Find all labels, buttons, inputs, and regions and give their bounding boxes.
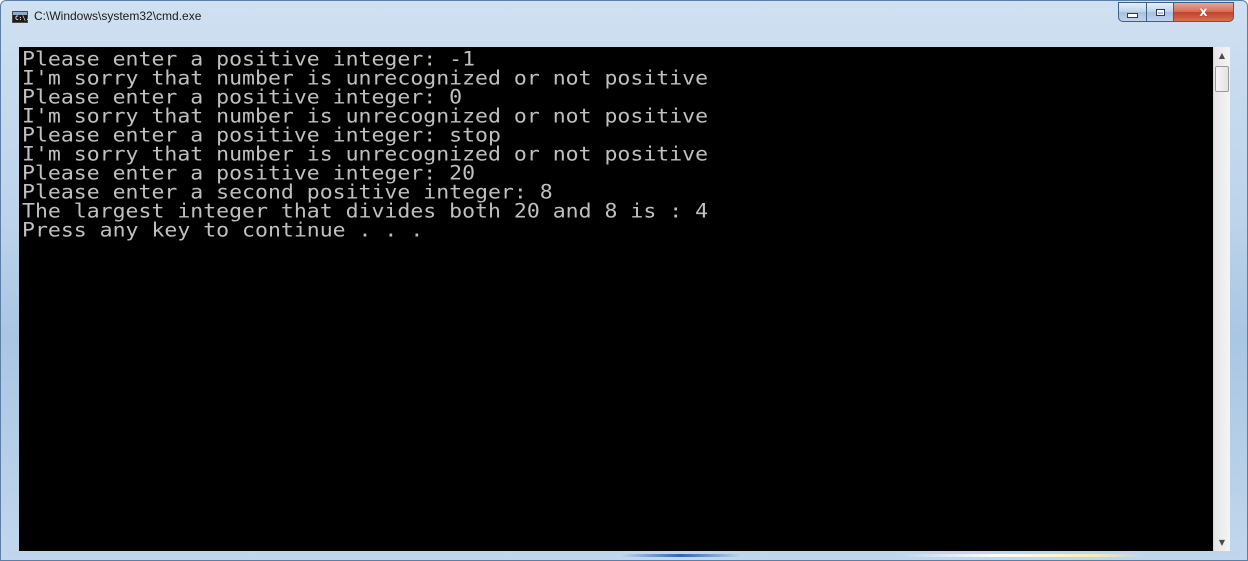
console-line: I'm sorry that number is unrecognized or… [22,105,709,129]
console-lines: Please enter a positive integer: -1 I'm … [22,48,709,243]
minimize-icon [1127,12,1138,18]
console-line: Please enter a positive integer: 0 [22,86,463,110]
console-line: Please enter a positive integer: 20 [22,162,476,186]
minimize-button[interactable] [1118,2,1147,22]
console-line: Please enter a positive integer: stop [22,124,501,148]
scroll-up-arrow-icon[interactable]: ▲ [1214,47,1230,64]
vertical-scrollbar[interactable]: ▲ ▼ [1213,47,1230,551]
console-line: The largest integer that divides both 20… [22,200,709,224]
console-line: Press any key to continue . . . [22,219,424,243]
close-icon: x [1199,4,1208,20]
maximize-button[interactable] [1147,2,1174,22]
cmd-app-icon-text: C:\. [15,15,30,22]
close-button[interactable]: x [1174,2,1234,22]
maximize-icon [1155,8,1165,16]
console-output[interactable]: Please enter a positive integer: -1 I'm … [19,47,1213,551]
console-line: Please enter a second positive integer: … [22,181,553,205]
console-line: I'm sorry that number is unrecognized or… [22,143,709,167]
frame-highlight [901,554,1141,557]
cmd-app-icon[interactable]: C:\. [12,11,30,23]
scroll-down-arrow-icon[interactable]: ▼ [1214,534,1230,551]
frame-highlight [621,554,741,557]
console-line: Please enter a positive integer: -1 [22,48,476,72]
caption-buttons: x [1118,2,1234,22]
window-title: C:\Windows\system32\cmd.exe [34,9,202,23]
title-bar[interactable]: C:\. C:\Windows\system32\cmd.exe x [1,1,1247,33]
scrollbar-thumb[interactable] [1215,66,1229,92]
console-line: I'm sorry that number is unrecognized or… [22,67,709,91]
console-window: C:\. C:\Windows\system32\cmd.exe x Pleas… [0,0,1248,561]
